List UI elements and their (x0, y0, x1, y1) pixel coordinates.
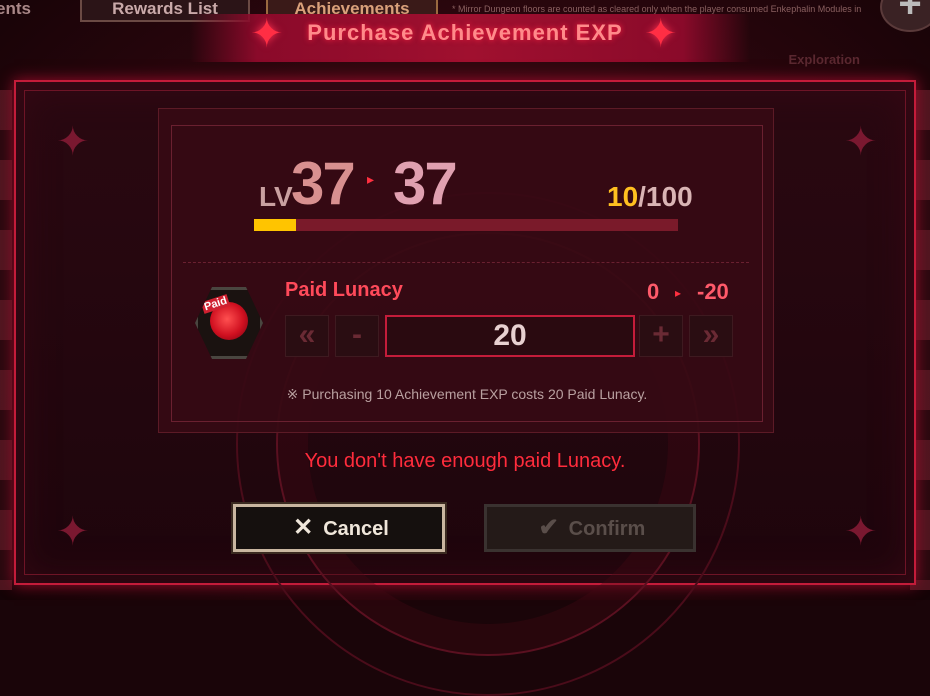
level-label: LV (259, 181, 293, 212)
level-to: 37 (393, 150, 458, 217)
error-message: You don't have enough paid Lunacy. (304, 450, 626, 472)
background-left-edge (0, 90, 12, 590)
increase-quantity-button[interactable]: + (639, 315, 683, 357)
deco-star-icon: ✦ (844, 120, 878, 164)
item-name: Paid Lunacy (285, 279, 403, 301)
panel-divider (183, 262, 749, 263)
exp-progress-fill (254, 219, 297, 231)
dialog-title: Purchase Achievement EXP (307, 20, 623, 45)
cost-from: 0 (647, 279, 660, 304)
cancel-button[interactable]: ✕ Cancel (233, 504, 445, 552)
min-quantity-button[interactable]: « (285, 315, 329, 357)
confirm-button[interactable]: ✔ Confirm (484, 504, 696, 552)
max-quantity-button[interactable]: » (689, 315, 733, 357)
exp-progress-bar (254, 219, 678, 231)
level-arrow-icon: ▸ (367, 171, 375, 187)
exp-max: /100 (638, 181, 693, 212)
cost-footnote: ※ Purchasing 10 Achievement EXP costs 20… (286, 386, 648, 402)
deco-star-icon: ✦ (56, 120, 90, 164)
deco-star-icon: ✦ (844, 510, 878, 554)
level-from: 37 (291, 150, 356, 217)
confirm-label: Confirm (568, 518, 646, 540)
cost-to: -20 (697, 279, 729, 304)
background-tab-partial: ents (0, 0, 31, 18)
background-exploration-label: Exploration (788, 52, 860, 67)
panel-frame (171, 125, 763, 422)
decrease-quantity-button[interactable]: - (335, 315, 379, 357)
quantity-field[interactable]: 20 (385, 315, 635, 357)
check-icon: ✔ (538, 514, 559, 541)
exp-counter: 10/100 (607, 181, 693, 213)
exp-current: 10 (607, 181, 639, 212)
cost-arrow-icon: ▸ (675, 286, 682, 300)
close-icon: ✕ (293, 514, 314, 541)
cancel-label: Cancel (323, 518, 389, 540)
deco-star-icon: ✦ (56, 510, 90, 554)
purchase-panel: LV 37 ▸ 37 10/100 Paid Paid Lunacy 0 ▸ -… (158, 108, 774, 433)
